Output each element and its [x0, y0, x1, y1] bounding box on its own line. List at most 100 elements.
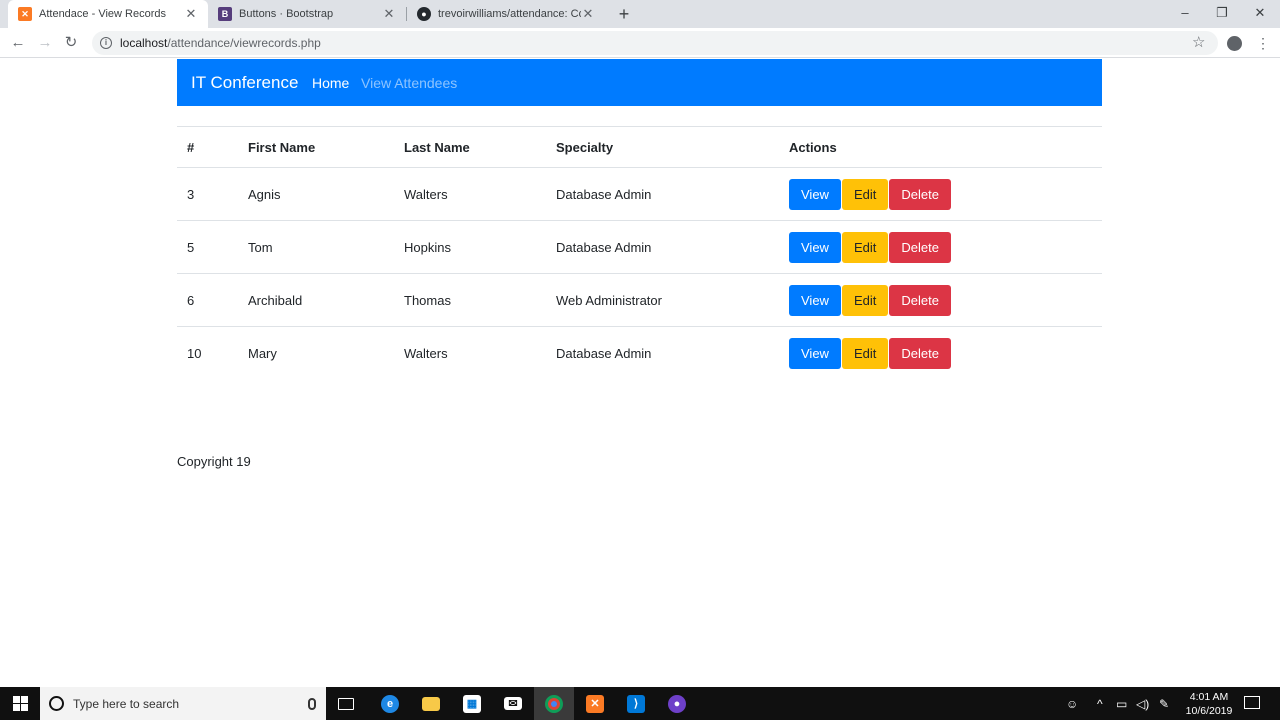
cell-first-name: Mary: [238, 326, 394, 380]
reload-icon[interactable]: ↻: [61, 33, 81, 53]
address-bar[interactable]: i localhost/attendance/viewrecords.php: [92, 31, 1218, 55]
cell-last-name: Walters: [394, 326, 546, 380]
nav-link-home[interactable]: Home: [312, 75, 349, 91]
bookmark-star-icon[interactable]: ☆: [1192, 33, 1205, 51]
column-header-actions: Actions: [779, 126, 1102, 168]
tab-github-attendance[interactable]: ● trevoirwilliams/attendance: Code ✕: [407, 0, 605, 28]
navbar: IT Conference Home View Attendees: [177, 59, 1102, 106]
delete-button[interactable]: Delete: [889, 231, 951, 263]
table-header-row: # First Name Last Name Specialty Actions: [177, 126, 1102, 168]
cell-actions: View Edit Delete: [779, 326, 1102, 380]
cell-specialty: Web Administrator: [546, 273, 779, 327]
xampp-icon[interactable]: ✕: [575, 687, 615, 720]
cell-first-name: Archibald: [238, 273, 394, 327]
task-view-icon[interactable]: [326, 687, 366, 720]
cell-id: 10: [177, 326, 238, 380]
show-hidden-icons-chevron-icon[interactable]: ^: [1097, 687, 1103, 720]
vscode-icon[interactable]: ⟩: [616, 687, 656, 720]
github-icon: ●: [417, 7, 431, 21]
info-icon[interactable]: i: [100, 37, 112, 49]
forward-icon[interactable]: →: [35, 33, 55, 53]
xampp-icon: ✕: [18, 7, 32, 21]
windows-start-icon[interactable]: [0, 687, 40, 720]
attendees-table: # First Name Last Name Specialty Actions…: [177, 126, 1102, 380]
cell-actions: View Edit Delete: [779, 220, 1102, 274]
network-icon[interactable]: ▭: [1116, 687, 1127, 720]
tab-bootstrap-buttons[interactable]: B Buttons · Bootstrap ✕: [208, 0, 406, 28]
taskbar: Type here to search e ▦ ✉ ✕ ⟩ ● ☺ ^ ▭ ◁)…: [0, 687, 1280, 720]
table-row: 6 Archibald Thomas Web Administrator Vie…: [177, 273, 1102, 327]
close-icon[interactable]: ✕: [184, 6, 198, 22]
column-header-first-name: First Name: [238, 126, 394, 168]
table-row: 3 Agnis Walters Database Admin View Edit D…: [177, 167, 1102, 221]
delete-button[interactable]: Delete: [889, 337, 951, 369]
clock-time: 4:01 AM: [1189, 691, 1229, 703]
browser-tab-bar: ✕ Attendace - View Records ✕ B Buttons ·…: [0, 0, 1280, 28]
browser-menu-icon[interactable]: ⋮: [1256, 33, 1270, 53]
table-row: 5 Tom Hopkins Database Admin View Edit Del…: [177, 220, 1102, 274]
action-center-icon[interactable]: [1244, 696, 1260, 709]
taskbar-search-placeholder: Type here to search: [73, 696, 180, 711]
browser-toolbar: ← → ↻ i localhost/attendance/viewrecords…: [0, 28, 1280, 58]
edit-button[interactable]: Edit: [841, 284, 889, 316]
url-text[interactable]: localhost/attendance/viewrecords.php: [120, 36, 321, 50]
footer-copyright: Copyright 19: [177, 454, 251, 469]
tab-title: Attendace - View Records: [39, 8, 166, 20]
cell-actions: View Edit Delete: [779, 167, 1102, 221]
tab-title: Buttons · Bootstrap: [239, 8, 334, 20]
view-button[interactable]: View: [789, 337, 841, 369]
cell-last-name: Walters: [394, 167, 546, 221]
column-header-id: #: [177, 126, 238, 168]
cell-specialty: Database Admin: [546, 220, 779, 274]
column-header-last-name: Last Name: [394, 126, 546, 168]
delete-button[interactable]: Delete: [889, 178, 951, 210]
close-icon[interactable]: ✕: [581, 6, 595, 22]
people-icon[interactable]: ☺: [1066, 687, 1078, 720]
view-button[interactable]: View: [789, 178, 841, 210]
cell-first-name: Agnis: [238, 167, 394, 221]
close-icon[interactable]: ✕: [382, 6, 396, 22]
cell-first-name: Tom: [238, 220, 394, 274]
chrome-icon[interactable]: [534, 687, 574, 720]
edge-icon[interactable]: e: [370, 687, 410, 720]
file-explorer-icon[interactable]: [411, 687, 451, 720]
nav-link-view-attendees[interactable]: View Attendees: [361, 75, 457, 91]
page-content: IT Conference Home View Attendees # Firs…: [0, 59, 1280, 687]
url-host: localhost: [120, 36, 168, 50]
cell-id: 5: [177, 220, 238, 274]
tab-view-records[interactable]: ✕ Attendace - View Records ✕: [8, 0, 208, 28]
mail-icon[interactable]: ✉: [493, 687, 533, 720]
minimize-icon[interactable]: –: [1166, 0, 1204, 28]
clock-date: 10/6/2019: [1185, 705, 1233, 717]
system-clock[interactable]: 4:01 AM 10/6/2019: [1182, 690, 1236, 718]
cell-last-name: Hopkins: [394, 220, 546, 274]
navbar-brand[interactable]: IT Conference: [191, 73, 298, 93]
cell-specialty: Database Admin: [546, 167, 779, 221]
view-button[interactable]: View: [789, 284, 841, 316]
pen-icon[interactable]: ✎: [1159, 687, 1169, 720]
microphone-icon[interactable]: [308, 697, 316, 710]
volume-icon[interactable]: ◁): [1136, 687, 1149, 720]
cell-id: 3: [177, 167, 238, 221]
new-tab-button[interactable]: +: [614, 4, 634, 24]
restore-icon[interactable]: ❐: [1203, 0, 1241, 28]
delete-button[interactable]: Delete: [889, 284, 951, 316]
github-desktop-icon[interactable]: ●: [657, 687, 697, 720]
url-path: /attendance/viewrecords.php: [167, 36, 321, 50]
cell-id: 6: [177, 273, 238, 327]
cell-actions: View Edit Delete: [779, 273, 1102, 327]
store-icon[interactable]: ▦: [452, 687, 492, 720]
cortana-icon[interactable]: [49, 696, 64, 711]
bootstrap-icon: B: [218, 7, 232, 21]
tab-title: trevoirwilliams/attendance: Code: [438, 8, 581, 20]
back-icon[interactable]: ←: [8, 33, 28, 53]
taskbar-search-box[interactable]: Type here to search: [40, 687, 326, 720]
cell-last-name: Thomas: [394, 273, 546, 327]
view-button[interactable]: View: [789, 231, 841, 263]
edit-button[interactable]: Edit: [841, 178, 889, 210]
edit-button[interactable]: Edit: [841, 231, 889, 263]
column-header-specialty: Specialty: [546, 126, 779, 168]
window-close-icon[interactable]: ✕: [1241, 0, 1279, 28]
profile-avatar-icon[interactable]: [1227, 36, 1242, 51]
edit-button[interactable]: Edit: [841, 337, 889, 369]
